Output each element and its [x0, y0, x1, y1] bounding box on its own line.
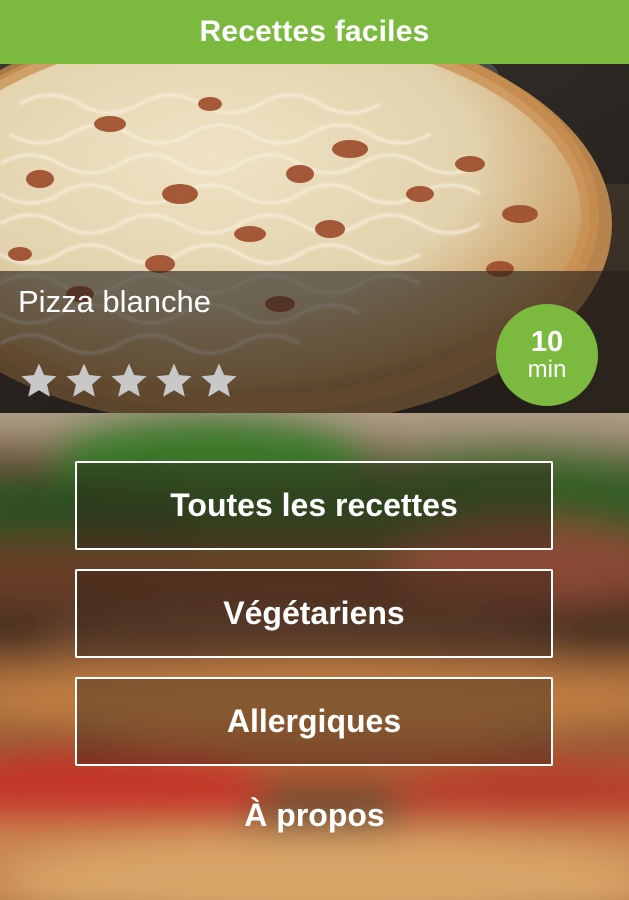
app-title: Recettes faciles	[199, 15, 430, 48]
prep-time-value: 10	[530, 326, 564, 358]
star-rating	[18, 360, 240, 404]
star-icon	[111, 363, 147, 397]
featured-recipe-title: Pizza blanche	[18, 284, 212, 319]
featured-recipe-card[interactable]: Pizza blanche 10 min	[0, 64, 629, 413]
prep-time-badge: 10 min	[496, 304, 598, 406]
vegetarian-button[interactable]: Végétariens	[75, 569, 553, 658]
main-menu: Toutes les recettes Végétariens Allergiq…	[0, 413, 629, 900]
star-icon	[21, 363, 57, 397]
allergies-button[interactable]: Allergiques	[75, 677, 553, 766]
star-icon	[66, 363, 102, 397]
about-link[interactable]: À propos	[0, 797, 629, 834]
all-recipes-button[interactable]: Toutes les recettes	[75, 461, 553, 550]
app-screen: Recettes faciles Pizza blanche 10 min To…	[0, 0, 629, 900]
star-icon	[201, 363, 237, 397]
star-icon	[156, 363, 192, 397]
app-header: Recettes faciles	[0, 0, 629, 64]
prep-time-unit: min	[527, 356, 567, 383]
